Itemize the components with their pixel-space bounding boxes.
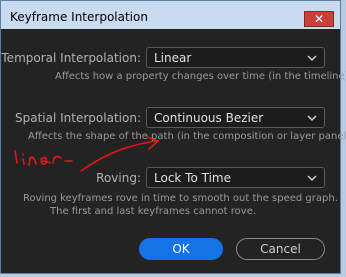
red-arrow-icon (80, 136, 159, 172)
annotation-scribble (14, 150, 18, 164)
handwritten-annotation (14, 136, 159, 172)
keyframe-interpolation-dialog: Keyframe Interpolation ✕ Temporal Interp… (0, 0, 346, 274)
